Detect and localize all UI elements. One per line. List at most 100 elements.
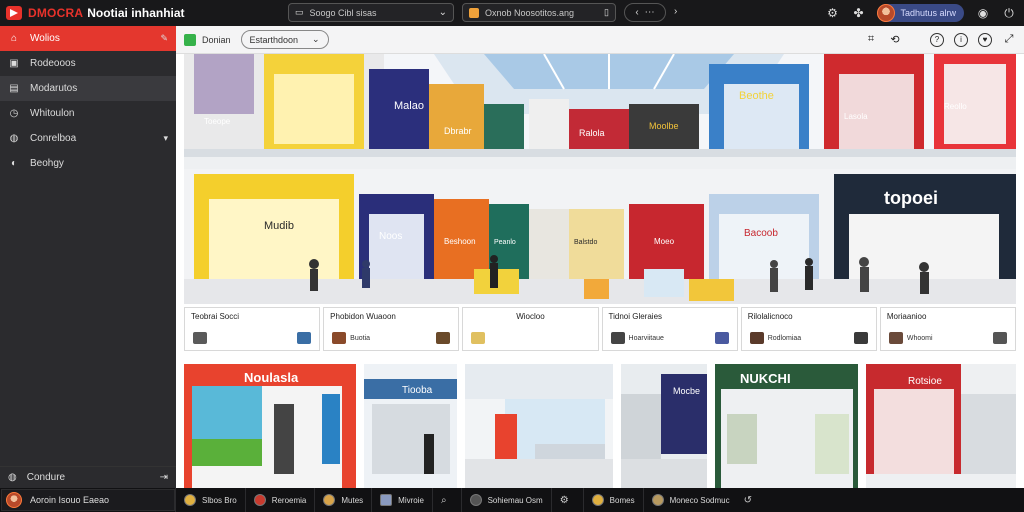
- card-footer: [471, 332, 589, 344]
- store-sign: Ralola: [579, 128, 605, 138]
- gear-icon[interactable]: ⚙: [825, 6, 839, 20]
- card-sub: Rodlomiaa: [767, 334, 802, 342]
- info-icon[interactable]: i: [954, 32, 968, 47]
- grid-icon[interactable]: ⌗: [864, 33, 878, 47]
- taskbar-item[interactable]: Bomes: [582, 488, 643, 512]
- thumbnail: [193, 332, 207, 344]
- sidebar-item-history[interactable]: ◷ Whitoulon: [0, 101, 176, 126]
- store-image: NUKCHI: [714, 364, 859, 488]
- app-icon: [469, 494, 482, 506]
- thumbnail: [714, 332, 729, 344]
- forward-icon[interactable]: ›: [674, 6, 677, 17]
- sidebar: ⌂ Wolios ✎ ▣ Rodeooos ▤ Modarutos ◷ Whit…: [0, 26, 176, 488]
- taskbar-item[interactable]: Slbos Bro: [175, 488, 245, 512]
- gallery-tile[interactable]: NUKCHI: [714, 364, 859, 488]
- address-bar[interactable]: Oxnob Noosotitos.ang ▯: [462, 3, 616, 22]
- sidebar-item-about[interactable]: ◐ Beohgy: [0, 151, 176, 176]
- sidebar-item-controls[interactable]: ◍ Conrelboa ▾: [0, 126, 176, 151]
- expand-icon[interactable]: ⤢: [1002, 33, 1016, 47]
- store-image: [465, 364, 613, 488]
- store-card[interactable]: Rilolalicnoco Rodlomiaa: [740, 307, 877, 351]
- store-sign: Toeope: [204, 117, 231, 126]
- help-icon[interactable]: ?: [930, 32, 944, 47]
- edit-icon[interactable]: ✎: [160, 33, 168, 44]
- box-icon: ▣: [9, 58, 19, 69]
- logout-icon[interactable]: ⇥: [160, 472, 168, 483]
- taskbar-item[interactable]: Mutes: [314, 488, 371, 512]
- card-row: Teobrai Socci Phobidon Wuaoon Buotia Wio…: [184, 307, 1017, 351]
- store-image: Rotsioe: [866, 364, 1016, 488]
- heart-icon[interactable]: ♥: [978, 32, 992, 47]
- taskbar-item[interactable]: Mivroie: [371, 488, 432, 512]
- card-title: Wiocloo: [516, 312, 545, 321]
- store-card[interactable]: Wiocloo: [462, 307, 599, 351]
- view-dropdown[interactable]: Estarthdoon ⌄: [240, 30, 329, 49]
- card-sub: Buotia: [350, 334, 371, 342]
- app-icon: [253, 494, 266, 506]
- store-sign: NUKCHI: [740, 371, 791, 386]
- chevron-down-icon: ⌄: [311, 34, 320, 44]
- card-footer: Whoomi: [888, 332, 1008, 344]
- back-icon[interactable]: ‹: [635, 7, 638, 18]
- taskbar-label: Bomes: [609, 495, 635, 505]
- bookmark-icon[interactable]: ▯: [604, 7, 609, 18]
- gear-icon: ⚙: [559, 494, 569, 506]
- card-sub: Whoomi: [906, 334, 933, 342]
- hero-image[interactable]: Malao Dbrabr Ralola Moolbe Beothe Mudib …: [184, 54, 1016, 304]
- toolbar-label: Donian: [202, 34, 231, 45]
- sidebar-item-label: Rodeooos: [30, 58, 76, 69]
- sidebar-item-home[interactable]: ⌂ Wolios ✎: [0, 26, 176, 51]
- sidebar-footer[interactable]: ◍ Condure ⇥: [0, 466, 176, 488]
- store-sign: Rotsioe: [908, 376, 942, 387]
- gallery-tile[interactable]: Rotsioe: [866, 364, 1016, 488]
- taskbar-item[interactable]: ⚙: [550, 488, 583, 512]
- power-icon[interactable]: ⏻: [1002, 6, 1016, 21]
- store-sign: Peanlo: [494, 239, 516, 246]
- sidebar-item-products[interactable]: ▣ Rodeooos: [0, 51, 176, 76]
- gallery-tile[interactable]: Tiooba: [363, 364, 458, 488]
- store-sign: Moolbe: [649, 121, 679, 131]
- sidebar-item-label: Whitoulon: [30, 108, 75, 119]
- taskbar-search-label: Aoroin Isouo Eaeao: [30, 495, 110, 505]
- taskbar-item[interactable]: Moneco Sodmuc ↺: [642, 488, 760, 512]
- app-icon: [651, 494, 664, 506]
- app-icon: [323, 494, 336, 506]
- bell-icon[interactable]: ◉: [976, 6, 990, 20]
- sidebar-item-label: Wolios: [30, 33, 60, 44]
- share-icon[interactable]: ⟲: [888, 33, 902, 47]
- taskbar-item[interactable]: Sohiemau Osm: [460, 488, 551, 512]
- chevron-down-icon[interactable]: ▾: [163, 133, 168, 144]
- taskbar-label: Mutes: [341, 495, 364, 505]
- more-icon[interactable]: ⋯: [645, 7, 655, 18]
- taskbar-item[interactable]: Reroemia: [244, 488, 315, 512]
- puzzle-icon[interactable]: ✤: [851, 6, 865, 20]
- user-chip[interactable]: Tadhutus alrw: [877, 4, 964, 22]
- store-card[interactable]: Teobrai Socci: [184, 307, 321, 351]
- store-sign: Beothe: [739, 90, 774, 102]
- search-input[interactable]: ▭ Soogo Cibl sisas ⌄: [288, 3, 454, 22]
- thumbnail: [436, 332, 451, 344]
- store-card[interactable]: Moriaanioo Whoomi: [879, 307, 1017, 351]
- taskbar-search[interactable]: Aoroin Isouo Eaeao: [1, 489, 175, 511]
- gallery-tile[interactable]: Noulasla: [184, 364, 356, 488]
- play-logo-icon: [6, 6, 22, 20]
- sidebar-item-modules[interactable]: ▤ Modarutos: [0, 76, 176, 101]
- refresh-icon[interactable]: ↺: [744, 495, 752, 506]
- store-sign: topoei: [884, 188, 938, 208]
- user-name: Tadhutus alrw: [900, 8, 956, 18]
- search-icon: ▭: [295, 7, 304, 17]
- gallery-tile[interactable]: [465, 364, 613, 488]
- sidebar-item-label: Conrelboa: [30, 133, 77, 144]
- chevron-down-icon[interactable]: ⌄: [439, 7, 447, 18]
- card-title: Rilolalicnoco: [747, 312, 793, 321]
- store-card[interactable]: Phobidon Wuaoon Buotia: [323, 307, 460, 351]
- gallery-tile[interactable]: Mocbe: [620, 364, 707, 488]
- taskbar-item[interactable]: ⌕: [431, 488, 461, 512]
- store-sign: Moeo: [654, 237, 675, 246]
- store-sign: Noos: [379, 231, 402, 242]
- thumbnail: [297, 332, 312, 344]
- app-icon: [591, 494, 604, 506]
- store-card[interactable]: Tidnoi Gleraies Hoarviitaue: [601, 307, 738, 351]
- thumbnail: [749, 332, 764, 344]
- app-logo[interactable]: DMOCRA Nootiai inhanhiat: [0, 6, 282, 20]
